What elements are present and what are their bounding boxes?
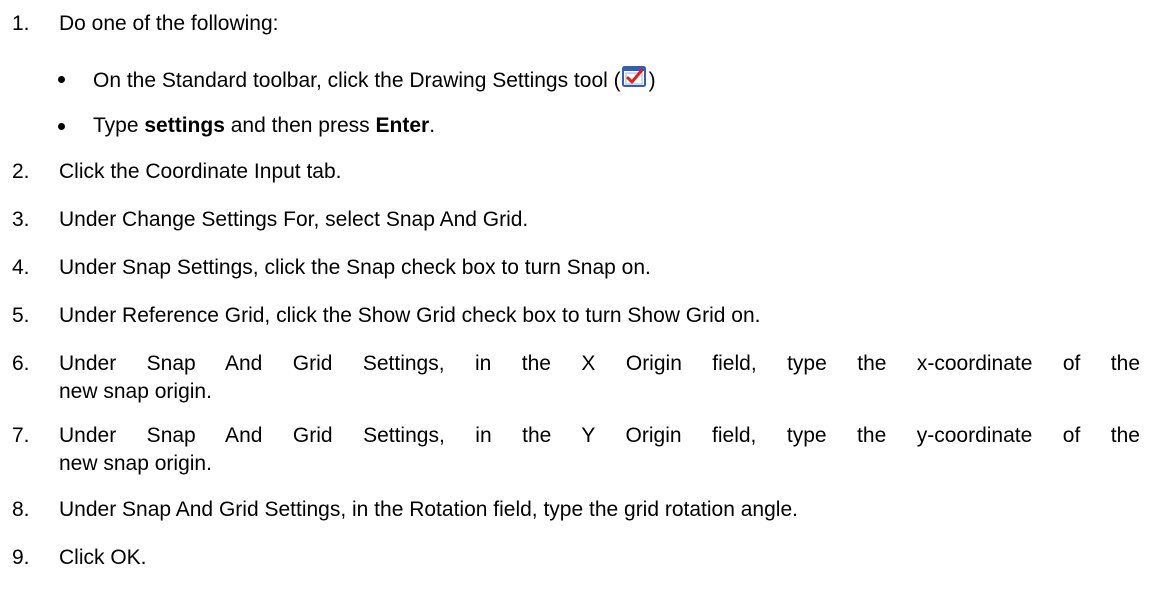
step-number: 9. bbox=[12, 546, 30, 569]
step-number: 6. bbox=[12, 352, 30, 375]
step-number: 8. bbox=[12, 498, 30, 521]
bullet-toolbar-option: On the Standard toolbar, click the Drawi… bbox=[58, 64, 656, 95]
step-number: 3. bbox=[12, 208, 30, 231]
step-text: Under Snap And Grid Settings, in the X O… bbox=[59, 352, 1140, 403]
step-1: 1. Do one of the following: bbox=[12, 10, 1140, 38]
step-number: 2. bbox=[12, 160, 30, 183]
step-number: 5. bbox=[12, 304, 30, 327]
step-5: 5. Under Reference Grid, click the Show … bbox=[12, 302, 1140, 330]
step-4: 4. Under Snap Settings, click the Snap c… bbox=[12, 254, 1140, 282]
step-number: 1. bbox=[12, 12, 30, 35]
step-number: 4. bbox=[12, 256, 30, 279]
step-text: Do one of the following: bbox=[59, 12, 279, 35]
step-2: 2. Click the Coordinate Input tab. bbox=[12, 158, 1140, 186]
step-3: 3. Under Change Settings For, select Sna… bbox=[12, 206, 1140, 234]
step-number: 7. bbox=[12, 424, 30, 447]
step-text: Click OK. bbox=[59, 546, 147, 569]
bullet-dot bbox=[58, 122, 65, 130]
instruction-document: 1. Do one of the following: On the Stand… bbox=[0, 0, 1153, 615]
drawing-settings-checkmark-icon bbox=[621, 64, 649, 90]
step-7: 7. Under Snap And Grid Settings, in the … bbox=[12, 422, 1140, 478]
step-text: Under Reference Grid, click the Show Gri… bbox=[59, 304, 761, 327]
bullet-type-option: Type settings and then press Enter. bbox=[58, 112, 435, 140]
bullet-text: On the Standard toolbar, click the Drawi… bbox=[93, 64, 656, 95]
step-text: Under Change Settings For, select Snap A… bbox=[59, 208, 529, 231]
step-text: Under Snap And Grid Settings, in the Rot… bbox=[59, 498, 798, 521]
step-text: Click the Coordinate Input tab. bbox=[59, 160, 342, 183]
step-text: Under Snap And Grid Settings, in the Y O… bbox=[59, 424, 1140, 475]
bullet-text: Type settings and then press Enter. bbox=[93, 114, 436, 137]
step-8: 8. Under Snap And Grid Settings, in the … bbox=[12, 496, 1140, 524]
bullet-dot bbox=[58, 76, 65, 83]
step-6: 6. Under Snap And Grid Settings, in the … bbox=[12, 350, 1140, 406]
step-text: Under Snap Settings, click the Snap chec… bbox=[59, 256, 651, 279]
step-9: 9. Click OK. bbox=[12, 544, 1140, 572]
